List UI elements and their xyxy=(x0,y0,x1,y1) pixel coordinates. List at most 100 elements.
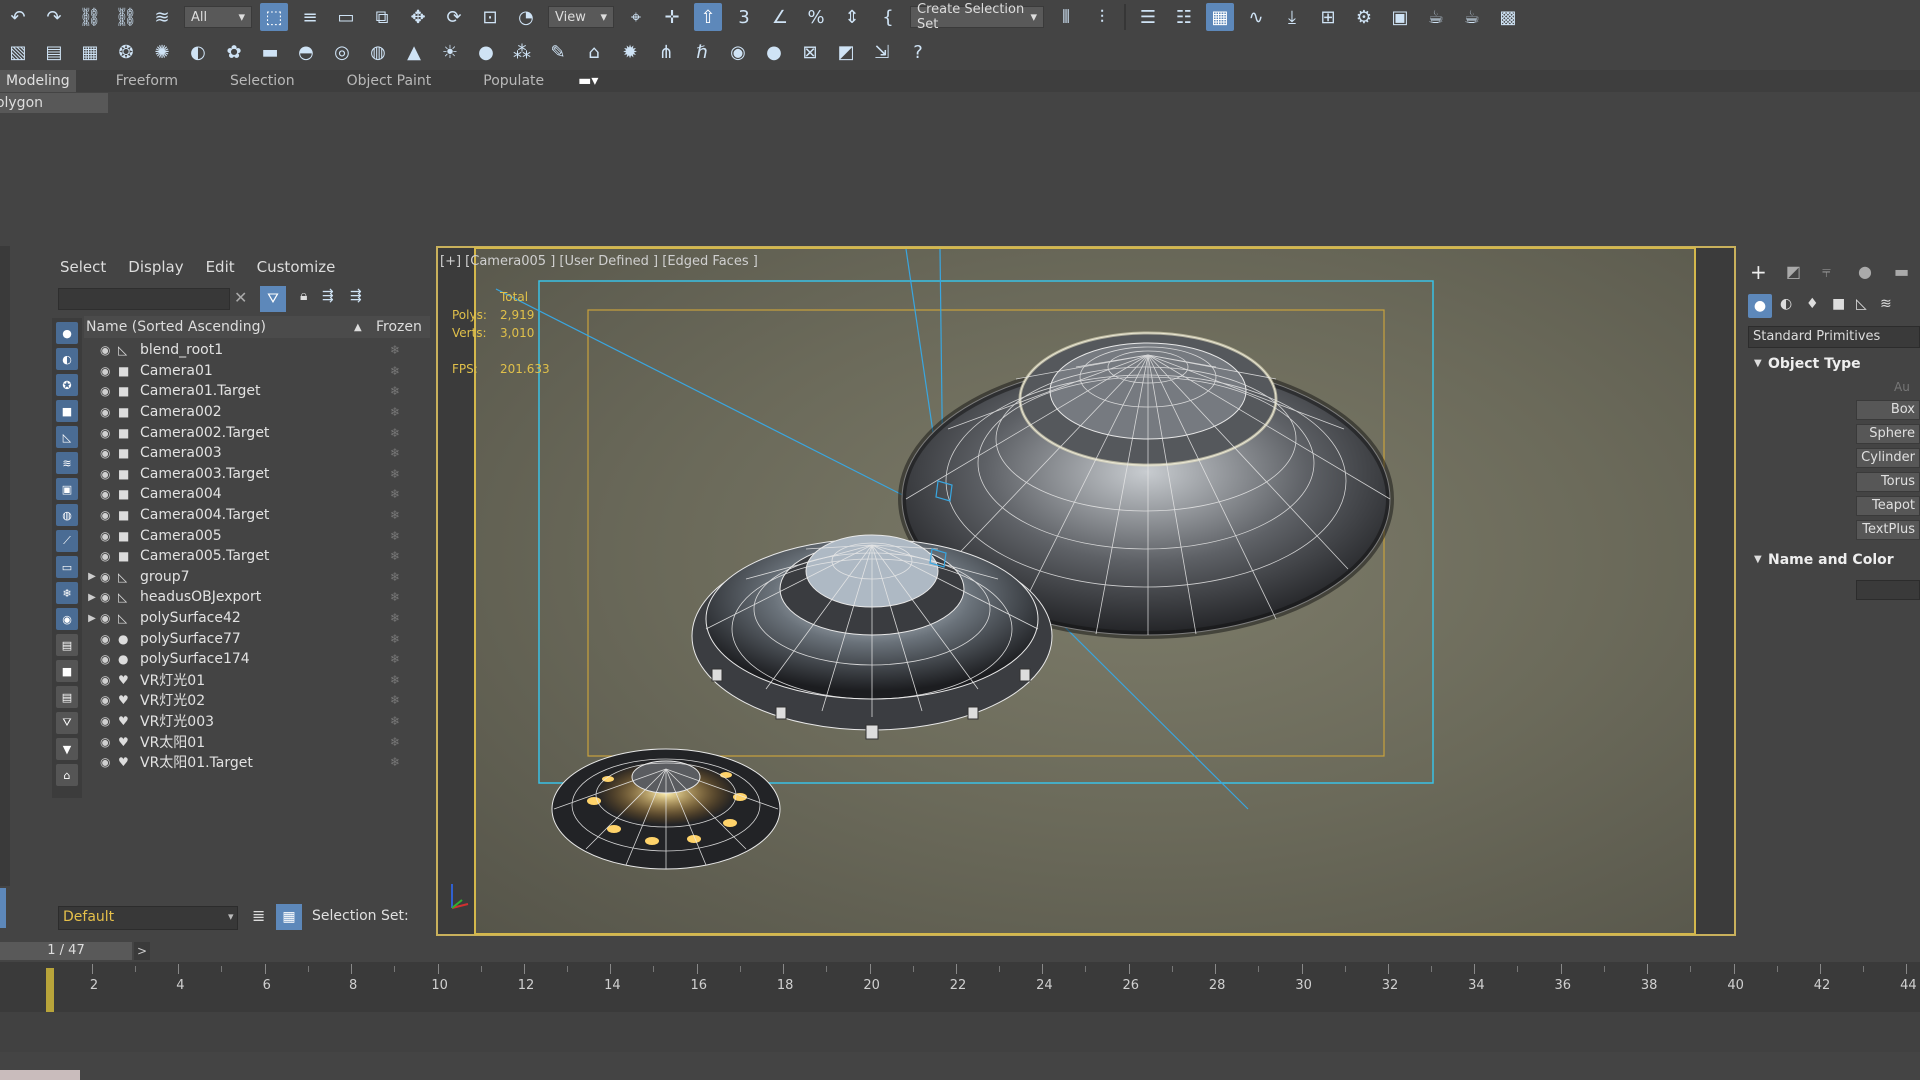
vray-ambient-icon[interactable]: ● xyxy=(472,38,500,66)
select-manipulate-icon[interactable]: ✛ xyxy=(658,3,686,31)
layers-icon[interactable]: ≣ xyxy=(252,906,265,925)
eye-icon[interactable]: ◉ xyxy=(100,693,118,707)
chevron-down-icon[interactable]: ▾ xyxy=(228,910,234,923)
vray-sun-icon[interactable]: ☀ xyxy=(436,38,464,66)
motion-tab-icon[interactable]: ● xyxy=(1858,262,1872,281)
help-icon[interactable]: ? xyxy=(904,38,932,66)
move-icon[interactable]: ✥ xyxy=(404,3,432,31)
eye-icon[interactable]: ◉ xyxy=(100,611,118,625)
bind-spacewarp-icon[interactable]: ≋ xyxy=(148,3,176,31)
list-item[interactable]: ◉ ♥ VR灯光01 ❄ xyxy=(84,670,430,691)
frozen-icon[interactable]: ❄ xyxy=(390,446,400,460)
container-icon[interactable]: ⌂ xyxy=(56,764,78,786)
toggle-ribbon-icon[interactable]: ☷ xyxy=(1170,3,1198,31)
helpers-icon[interactable]: ◺ xyxy=(1856,296,1867,312)
tab-selection[interactable]: Selection xyxy=(204,70,321,92)
eye-icon[interactable]: ◉ xyxy=(100,529,118,543)
list-item[interactable]: ◉ ♥ VR灯光003 ❄ xyxy=(84,711,430,732)
rect-selection-icon[interactable]: ▭ xyxy=(332,3,360,31)
frozen-icon[interactable]: ❄ xyxy=(390,673,400,687)
render-setup-icon[interactable]: ⚙ xyxy=(1350,3,1378,31)
render-iterative-icon[interactable]: ☕ xyxy=(1458,3,1486,31)
material-editor-icon[interactable]: ⊞ xyxy=(1314,3,1342,31)
groups-filter-icon[interactable]: ▣ xyxy=(56,478,78,500)
filter-icon[interactable]: ⛛ xyxy=(260,286,286,312)
eye-icon[interactable]: ◉ xyxy=(100,652,118,666)
rendered-frame-icon[interactable]: ▣ xyxy=(1386,3,1414,31)
frozen-icon[interactable]: ❄ xyxy=(390,693,400,707)
vray-material-icon[interactable]: ✺ xyxy=(148,38,176,66)
scale-icon[interactable]: ⊡ xyxy=(476,3,504,31)
list-item[interactable]: ◉ ■ Camera003.Target ❄ xyxy=(84,464,430,485)
vray-proxy-icon[interactable]: ✿ xyxy=(220,38,248,66)
layer-explorer-icon[interactable]: ☰ xyxy=(1134,3,1162,31)
column-frozen-header[interactable]: Frozen xyxy=(368,319,422,335)
vray-cone-icon[interactable]: ▲ xyxy=(400,38,428,66)
expand-arrow-icon[interactable]: ▶ xyxy=(84,613,100,624)
menu-select[interactable]: Select xyxy=(60,258,106,276)
xrefs-filter-icon[interactable]: ◍ xyxy=(56,504,78,526)
placement-icon[interactable]: ◔ xyxy=(512,3,540,31)
list-item[interactable]: ▶ ◉ ◺ group7 ❄ xyxy=(84,567,430,588)
textplus-button[interactable]: TextPlus xyxy=(1856,520,1920,540)
vray-settings-icon[interactable]: ▤ xyxy=(40,38,68,66)
cameras-icon[interactable]: ■ xyxy=(1832,296,1845,312)
frozen-icon[interactable]: ❄ xyxy=(390,508,400,522)
vray-export-icon[interactable]: ⇲ xyxy=(868,38,896,66)
vray-plane-icon[interactable]: ▬ xyxy=(256,38,284,66)
frozen-icon[interactable]: ❄ xyxy=(390,570,400,584)
column-name-header[interactable]: Name (Sorted Ascending) xyxy=(84,319,354,335)
expand-arrow-icon[interactable]: ▶ xyxy=(84,571,100,582)
create-selection-set-dropdown[interactable]: Create Selection Set ▾ xyxy=(910,2,1044,32)
vray-sphere-render-icon[interactable]: ● xyxy=(760,38,788,66)
select-object-icon[interactable]: ⬚ xyxy=(260,3,288,31)
display-tab-icon[interactable]: ▬ xyxy=(1894,262,1909,281)
name-and-color-rollout[interactable]: Name and Color xyxy=(1768,552,1894,568)
vray-vfb-icon[interactable]: ◩ xyxy=(832,38,860,66)
lights-icon[interactable]: ♦ xyxy=(1806,296,1819,312)
cameras-filter-icon[interactable]: ■ xyxy=(56,400,78,422)
eye-icon[interactable]: ◉ xyxy=(100,426,118,440)
redo-icon[interactable]: ↷ xyxy=(40,3,68,31)
none-filter-icon[interactable]: ■ xyxy=(56,660,78,682)
list-item[interactable]: ◉ ♥ VR太阳01.Target ❄ xyxy=(84,752,430,773)
vray-denoise-icon[interactable]: ⊠ xyxy=(796,38,824,66)
list-item[interactable]: ◉ ■ Camera01 ❄ xyxy=(84,361,430,382)
eye-icon[interactable]: ◉ xyxy=(100,735,118,749)
vray-fur-icon[interactable]: ⁂ xyxy=(508,38,536,66)
hierarchy-icon[interactable]: ⇶ xyxy=(322,288,334,304)
sphere-button[interactable]: Sphere xyxy=(1856,424,1920,444)
selection-filter-dropdown[interactable]: All ▾ xyxy=(184,6,252,28)
vray-metaball-icon[interactable]: ✹ xyxy=(616,38,644,66)
light-lister-icon[interactable]: ❂ xyxy=(112,38,140,66)
hidden-filter-icon[interactable]: ◉ xyxy=(56,608,78,630)
frozen-icon[interactable]: ❄ xyxy=(390,549,400,563)
helpers-filter-icon[interactable]: ◺ xyxy=(56,426,78,448)
frozen-icon[interactable]: ❄ xyxy=(390,343,400,357)
box-button[interactable]: Box xyxy=(1856,400,1920,420)
vray-frame-buffer-icon[interactable]: ▧ xyxy=(4,38,32,66)
eye-icon[interactable]: ◉ xyxy=(100,632,118,646)
frozen-icon[interactable]: ❄ xyxy=(390,714,400,728)
eye-icon[interactable]: ◉ xyxy=(100,755,118,769)
all-filter-icon[interactable]: ▤ xyxy=(56,634,78,656)
teapot-button[interactable]: Teapot xyxy=(1856,496,1920,516)
angle-snap-icon[interactable]: ∠ xyxy=(766,3,794,31)
category-dropdown[interactable]: Standard Primitives xyxy=(1748,326,1920,348)
list-item[interactable]: ◉ ♥ VR太阳01 ❄ xyxy=(84,731,430,752)
ufo-small[interactable] xyxy=(551,748,781,870)
eye-icon[interactable]: ◉ xyxy=(100,549,118,563)
spinner-snap-icon[interactable]: ⇕ xyxy=(838,3,866,31)
list-item[interactable]: ▶ ◉ ◺ polySurface42 ❄ xyxy=(84,608,430,629)
scene-search-input[interactable] xyxy=(58,288,230,310)
eye-icon[interactable]: ◉ xyxy=(100,384,118,398)
eye-icon[interactable]: ◉ xyxy=(100,343,118,357)
vray-hf-icon[interactable]: ℏ xyxy=(688,38,716,66)
modify-tab-icon[interactable]: ◩ xyxy=(1786,262,1801,281)
expand-arrow-icon[interactable]: ▶ xyxy=(84,592,100,603)
shapes-filter-icon[interactable]: ◐ xyxy=(56,348,78,370)
torus-button[interactable]: Torus xyxy=(1856,472,1920,492)
list-item[interactable]: ◉ ● polySurface174 ❄ xyxy=(84,649,430,670)
frozen-icon[interactable]: ❄ xyxy=(390,529,400,543)
eye-icon[interactable]: ◉ xyxy=(100,508,118,522)
